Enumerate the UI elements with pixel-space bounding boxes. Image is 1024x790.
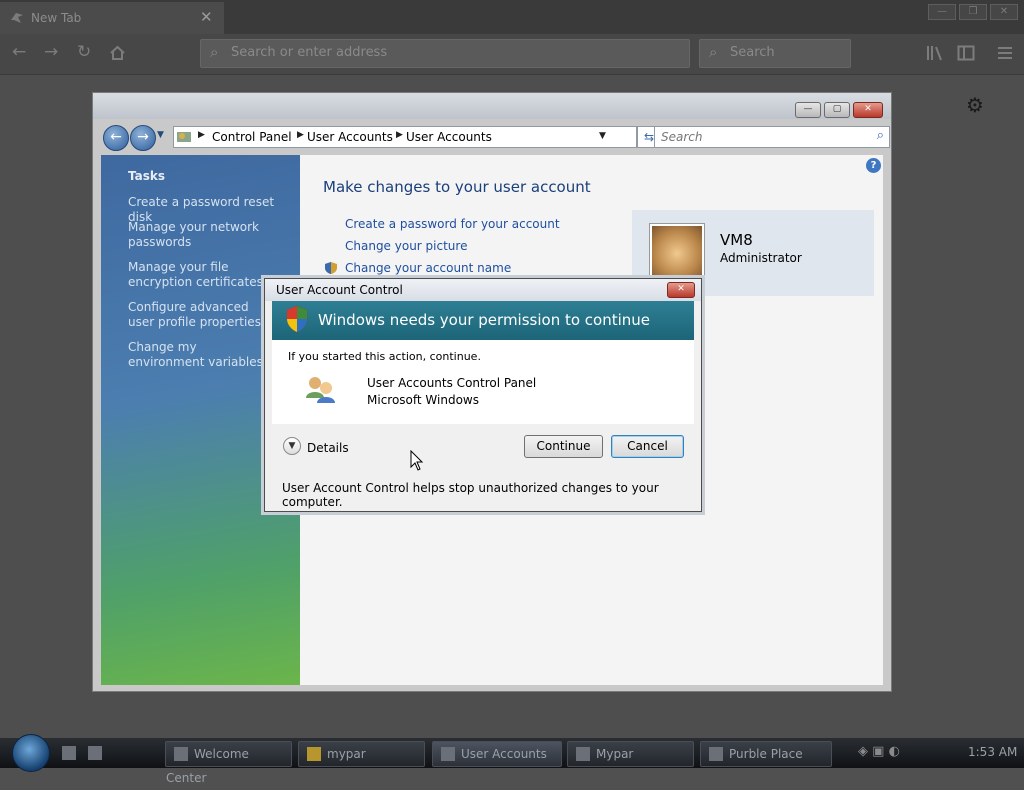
close-button[interactable]: ✕ (853, 102, 883, 118)
uac-banner: Windows needs your permission to continu… (272, 301, 694, 340)
home-icon[interactable] (109, 45, 126, 61)
browser-tab-bar: New Tab ✕ — ❐ ✕ (0, 0, 1024, 34)
maximize-icon[interactable]: ❐ (959, 4, 987, 20)
folder-icon (307, 747, 321, 761)
continue-button[interactable]: Continue (524, 435, 603, 458)
dialog-title: User Account Control (276, 283, 403, 297)
close-tab-icon[interactable]: ✕ (200, 8, 213, 26)
tasks-heading: Tasks (128, 169, 166, 183)
recent-pages-icon[interactable]: ▼ (157, 130, 164, 140)
window-titlebar[interactable]: — ▢ ✕ (93, 93, 891, 119)
task-link[interactable]: Change my environment variables (128, 340, 273, 370)
create-password-link[interactable]: Create a password for your account (345, 217, 560, 231)
menu-icon[interactable] (997, 45, 1013, 61)
page-title: Make changes to your user account (323, 178, 591, 196)
user-role: Administrator (720, 251, 802, 265)
maximize-button[interactable]: ▢ (824, 102, 850, 118)
address-input[interactable]: Search or enter address (231, 45, 387, 60)
uac-body: If you started this action, continue. Us… (272, 340, 694, 424)
app-icon (174, 747, 188, 761)
breadcrumb-item[interactable]: Control Panel (212, 130, 292, 144)
system-tray: ◈ ▣ ◐ (858, 744, 900, 759)
tab-favicon-icon (11, 13, 23, 23)
app-icon (576, 747, 590, 761)
cancel-button[interactable]: Cancel (611, 435, 684, 458)
publisher-name: Microsoft Windows (367, 393, 479, 407)
user-accounts-icon (306, 377, 335, 403)
switch-windows-icon[interactable] (88, 741, 108, 765)
browser-search-bar[interactable]: ⌕ Search (699, 39, 851, 68)
task-link[interactable]: Configure advanced user profile properti… (128, 300, 273, 330)
dialog-titlebar[interactable]: User Account Control ✕ (265, 279, 701, 301)
taskbar-button-active[interactable]: User Accounts (432, 741, 562, 767)
address-bar[interactable]: ⌕ Search or enter address (200, 39, 690, 68)
library-icon[interactable] (926, 45, 944, 61)
search-icon: ⌕ (210, 43, 219, 61)
minimize-icon[interactable]: — (928, 4, 956, 20)
details-toggle[interactable]: Details (307, 441, 349, 455)
taskbar-button[interactable]: Mypar (567, 741, 694, 767)
browser-search-input[interactable]: Search (730, 45, 775, 60)
show-desktop-icon[interactable] (62, 741, 82, 765)
clock[interactable]: 1:53 AM (968, 745, 1017, 759)
back-button[interactable]: ← (103, 125, 129, 151)
control-panel-search[interactable]: Search ⌕ (654, 126, 890, 148)
tab-title: New Tab (31, 11, 82, 25)
forward-button[interactable]: → (130, 125, 156, 151)
reload-icon[interactable]: ↻ (77, 42, 91, 62)
taskbar-button[interactable]: mypar (298, 741, 425, 767)
uac-intro: If you started this action, continue. (288, 350, 481, 363)
uac-banner-text: Windows needs your permission to continu… (318, 311, 651, 329)
user-name: VM8 (720, 231, 753, 249)
mouse-cursor-icon (410, 450, 424, 471)
control-panel-icon (177, 132, 191, 142)
start-button[interactable] (12, 734, 50, 772)
change-account-name-link[interactable]: Change your account name (345, 261, 511, 275)
address-toolbar: ← → ▼ ▶ Control Panel ▶ User Accounts ▶ … (101, 123, 890, 151)
sidebar-toggle-icon[interactable] (957, 45, 975, 61)
forward-icon[interactable]: → (44, 42, 58, 62)
back-icon[interactable]: ← (12, 42, 26, 62)
user-accounts-icon (441, 747, 455, 761)
shield-icon (325, 262, 337, 274)
taskbar-button[interactable]: Welcome Center (165, 741, 292, 785)
change-picture-link[interactable]: Change your picture (345, 239, 467, 253)
taskbar-button[interactable]: Purble Place (700, 741, 832, 767)
game-icon (709, 747, 723, 761)
breadcrumb-item[interactable]: User Accounts (406, 130, 492, 144)
close-button[interactable]: ✕ (667, 282, 695, 298)
search-icon: ⌕ (709, 43, 718, 61)
task-link[interactable]: Manage your network passwords (128, 220, 268, 250)
uac-footer-text: User Account Control helps stop unauthor… (282, 481, 659, 509)
browser-window-controls: — ❐ ✕ (925, 3, 1018, 20)
close-icon[interactable]: ✕ (990, 4, 1018, 20)
network-icon[interactable]: ▣ (872, 744, 884, 759)
uac-dialog: User Account Control ✕ Windows needs you… (264, 278, 702, 512)
search-input[interactable]: Search (661, 130, 703, 144)
shield-icon[interactable]: ◈ (858, 744, 868, 759)
shield-icon (286, 305, 308, 333)
breadcrumb-item[interactable]: User Accounts (307, 130, 393, 144)
search-icon[interactable]: ⌕ (877, 128, 884, 143)
gear-icon[interactable]: ⚙ (966, 93, 984, 117)
volume-icon[interactable]: ◐ (889, 744, 900, 759)
chevron-down-icon[interactable]: ▼ (599, 131, 606, 141)
browser-tab[interactable]: New Tab ✕ (0, 2, 224, 34)
program-name: User Accounts Control Panel (367, 376, 537, 390)
chevron-down-icon[interactable]: ▼ (283, 437, 301, 455)
breadcrumb[interactable]: ▶ Control Panel ▶ User Accounts ▶ User A… (173, 126, 637, 148)
help-icon[interactable]: ? (866, 158, 881, 173)
avatar (650, 224, 704, 278)
minimize-button[interactable]: — (795, 102, 821, 118)
